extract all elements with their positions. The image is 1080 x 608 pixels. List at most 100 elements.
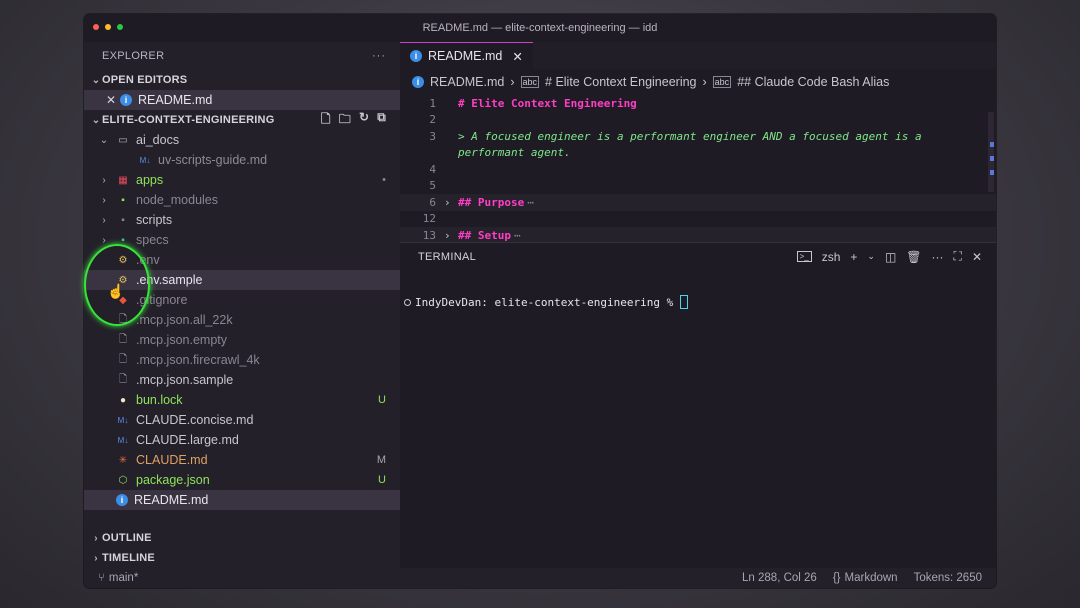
file-tree-item[interactable]: › ▪ scripts [84, 210, 400, 230]
info-icon: i [116, 494, 128, 506]
file-tree-item[interactable]: M↓ CLAUDE.concise.md [84, 410, 400, 430]
chevron-down-icon[interactable]: ⌄ [867, 251, 875, 262]
timeline-label: TIMELINE [102, 552, 155, 564]
terminal-line[interactable]: IndyDevDan: elite-context-engineering % [404, 295, 688, 309]
cursor-position[interactable]: Ln 288, Col 26 [742, 572, 817, 584]
file-tree-label: CLAUDE.md [136, 453, 208, 467]
close-window-button[interactable] [93, 24, 99, 30]
file-tree-item[interactable]: 🗋 .mcp.json.firecrawl_4k [84, 350, 400, 370]
title-bar: README.md — elite-context-engineering — … [84, 14, 996, 42]
chevron-right-icon: › [510, 75, 515, 89]
maximize-panel-icon[interactable]: ⛶ [954, 249, 962, 264]
file-tree-item[interactable]: M↓ CLAUDE.large.md [84, 430, 400, 450]
outline-header[interactable]: › OUTLINE [84, 528, 400, 548]
fold-ellipsis-icon[interactable]: ⋯ [514, 229, 521, 242]
code-line: 12 [400, 211, 996, 228]
minimap[interactable] [984, 102, 996, 202]
terminal-cursor [679, 295, 688, 309]
timeline-header[interactable]: › TIMELINE [84, 548, 400, 568]
npm-icon: ⬡ [118, 474, 128, 486]
code-line: 6 › ## Purpose ⋯ [400, 194, 996, 211]
line-number: 1 [429, 96, 436, 110]
refresh-icon[interactable]: ↻ [359, 110, 369, 131]
brackets-icon: {} [832, 572, 841, 584]
file-tree-item[interactable]: › ▪ node_modules [84, 190, 400, 210]
git-status-badge: U [378, 474, 386, 486]
terminal-icon: >_ [796, 251, 812, 262]
shell-label[interactable]: zsh [822, 250, 841, 264]
file-tree-label: uv-scripts-guide.md [158, 153, 268, 167]
file-icon: 🗋 [118, 333, 128, 345]
file-tree-item[interactable]: › ▦ apps • [84, 170, 400, 190]
vscode-window: README.md — elite-context-engineering — … [84, 14, 996, 588]
zoom-window-button[interactable] [117, 24, 123, 30]
info-icon: i [120, 94, 132, 106]
collapse-all-icon[interactable]: ⧉ [377, 110, 386, 131]
file-icon: 🗋 [118, 353, 128, 365]
minimize-window-button[interactable] [105, 24, 111, 30]
tab-label: README.md [428, 49, 503, 63]
file-tree-label: CLAUDE.large.md [136, 433, 239, 447]
claude-icon: ✳ [118, 454, 128, 466]
file-tree-item[interactable]: › ▪ specs [84, 230, 400, 250]
close-tab-icon[interactable]: ✕ [512, 49, 522, 64]
git-status-badge: U [378, 394, 386, 406]
chevron-right-icon: › [102, 214, 106, 226]
md-icon: M↓ [139, 155, 151, 165]
file-tree-label: scripts [136, 213, 173, 227]
new-file-icon[interactable]: 🗋 [321, 110, 331, 131]
fold-chevron-icon[interactable]: › [444, 229, 458, 242]
fold-chevron-icon[interactable]: › [444, 196, 458, 209]
bun-icon: ● [119, 394, 127, 406]
language-mode[interactable]: Markdown [845, 572, 898, 584]
editor-area: i README.md ✕ i README.md › abc # Elite … [400, 42, 996, 252]
close-panel-icon[interactable]: ✕ [972, 250, 982, 264]
terminal-prompt: IndyDevDan: elite-context-engineering % [415, 295, 680, 309]
open-editor-item[interactable]: ✕ i README.md [84, 90, 400, 110]
tab-terminal[interactable]: TERMINAL [418, 251, 476, 263]
file-tree-label: apps [136, 173, 164, 187]
new-folder-icon[interactable]: 🗀 [339, 110, 351, 131]
info-icon: i [410, 50, 422, 62]
file-tree-item[interactable]: ✳ CLAUDE.md M [84, 450, 400, 470]
file-tree-label: node_modules [136, 193, 219, 207]
code-view[interactable]: 1 # Elite Context Engineering 2 3 > A focuse… [400, 95, 996, 244]
breadcrumb-heading-2[interactable]: ## Claude Code Bash Alias [737, 75, 889, 89]
code-text: ## Purpose [458, 195, 525, 209]
file-tree-item[interactable]: i README.md [84, 490, 400, 510]
file-tree-item[interactable]: ⬡ package.json U [84, 470, 400, 490]
file-tree-item[interactable]: 🗋 .mcp.json.sample [84, 370, 400, 390]
new-terminal-icon[interactable]: + [850, 250, 857, 264]
file-tree-item[interactable]: ⌄ ▭ ai_docs [84, 130, 400, 150]
breadcrumb-file[interactable]: README.md [430, 75, 504, 89]
line-number: 5 [429, 179, 436, 193]
code-text: > A focused engineer is a performant eng… [458, 129, 922, 143]
window-controls [93, 24, 123, 30]
project-header[interactable]: ⌄ ELITE-CONTEXT-ENGINEERING 🗋 🗀 ↻ ⧉ [84, 110, 400, 130]
file-tree-item[interactable]: ● bun.lock U [84, 390, 400, 410]
file-tree-item[interactable]: 🗋 .mcp.json.empty [84, 330, 400, 350]
file-tree-item[interactable]: M↓ uv-scripts-guide.md [84, 150, 400, 170]
file-tree-label: bun.lock [136, 393, 183, 407]
split-terminal-icon[interactable]: ◫ [885, 250, 896, 264]
git-status-badge: M [376, 454, 386, 466]
file-icon: 🗋 [118, 373, 128, 385]
close-editor-icon[interactable]: ✕ [106, 93, 120, 107]
more-icon[interactable]: ··· [932, 250, 944, 264]
open-editor-label: README.md [138, 93, 213, 107]
code-line: 5 [400, 178, 996, 195]
code-line: 3 > A focused engineer is a performant en… [400, 128, 996, 145]
file-tree-label: .mcp.json.firecrawl_4k [136, 353, 260, 367]
open-editors-header[interactable]: ⌄ OPEN EDITORS [84, 70, 400, 90]
chevron-right-icon: › [102, 174, 106, 186]
code-line: 4 [400, 161, 996, 178]
window-title: README.md — elite-context-engineering — … [422, 22, 658, 34]
trash-icon[interactable]: 🗑 [906, 250, 921, 264]
line-number: 4 [429, 162, 436, 176]
file-tree-label: .mcp.json.all_22k [136, 313, 233, 327]
branch-label[interactable]: main* [109, 572, 138, 584]
tab-readme[interactable]: i README.md ✕ [400, 42, 533, 69]
explorer-more-icon[interactable]: ··· [372, 50, 386, 62]
breadcrumb-heading-1[interactable]: # Elite Context Engineering [545, 75, 696, 89]
fold-ellipsis-icon[interactable]: ⋯ [527, 196, 534, 209]
